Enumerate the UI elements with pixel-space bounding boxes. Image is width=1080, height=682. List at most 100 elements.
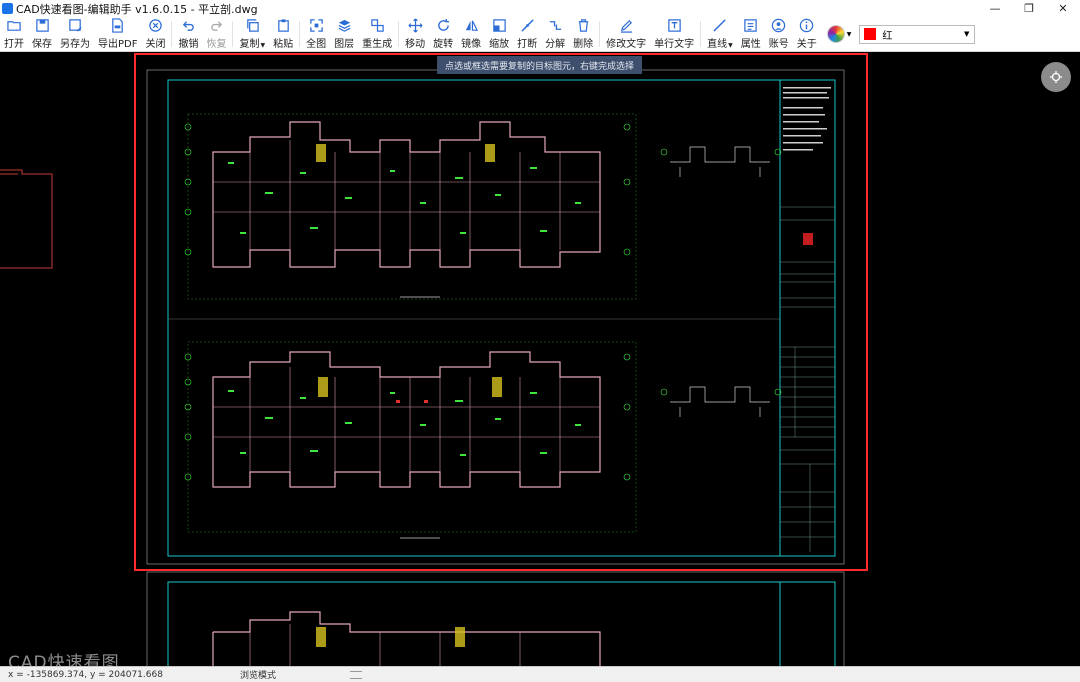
edit-text-button[interactable]: 修改文字 [602,17,650,52]
open-button[interactable]: 打开 [0,17,28,52]
move-icon [408,18,423,33]
scale-button[interactable]: 缩放 [485,17,513,52]
redo-icon [211,21,223,31]
properties-label: 属性 [740,39,761,50]
copy-label: 复制▼ [239,39,266,50]
toolbar-divider [232,21,234,47]
redo-label: 恢复 [206,39,227,50]
rotate-button[interactable]: 旋转 [429,17,457,52]
close-file-button[interactable]: 关闭 [141,17,169,52]
watermark: CAD快速看图 [8,653,120,666]
selection-box [134,53,868,571]
account-label: 账号 [768,39,789,50]
line-icon [713,19,727,32]
info-icon [800,18,814,33]
floor-plan-upper [184,113,637,300]
chevron-down-icon[interactable]: ▼ [847,31,852,38]
fit-view-icon [309,19,323,32]
paste-label: 粘贴 [273,39,294,50]
close-file-label: 关闭 [145,39,166,50]
title-bar: CAD快速看图-编辑助手 v1.6.0.15 - 平立剖.dwg — ❐ ✕ [0,0,1080,17]
text-icon [667,19,681,32]
about-button[interactable]: 关于 [793,17,821,52]
explode-icon [549,21,561,30]
save-label: 保存 [32,39,52,50]
folder-open-icon [6,21,21,31]
selection-hint: 点选或框选需要复制的目标图元，右键完成选择 [437,56,642,74]
edit-text-label: 修改文字 [606,39,647,50]
chevron-down-icon: ▼ [963,30,970,38]
mirror-label: 镜像 [461,39,482,50]
break-icon [520,19,534,32]
layers-icon [338,19,351,32]
color-swatch [864,28,877,40]
scale-label: 缩放 [489,39,510,50]
toolbar-divider [299,21,301,47]
rotate-icon [437,18,449,31]
account-button[interactable]: 账号 [765,17,793,52]
save-icon [35,19,49,32]
fit-all-button[interactable]: 全图 [302,17,330,52]
floor-plan-lower [184,341,637,539]
copy-icon [247,19,259,32]
close-circle-icon [149,19,162,32]
user-icon [772,18,786,33]
window-title: CAD快速看图-编辑助手 v1.6.0.15 - 平立剖.dwg [16,2,258,16]
toolbar-divider [700,21,702,47]
undo-button[interactable]: 撤销 [174,17,202,52]
explode-label: 分解 [545,39,566,50]
move-button[interactable]: 移动 [401,17,429,52]
export-pdf-button[interactable]: 导出PDF [94,17,141,52]
pen-icon [620,19,632,33]
break-button[interactable]: 打断 [513,17,541,52]
view-mode: 浏览模式 [240,671,277,681]
properties-button[interactable]: 属性 [737,17,765,52]
single-text-label: 单行文字 [654,39,695,50]
save-as-button[interactable]: 另存为 [56,17,94,52]
line-button[interactable]: 直线▼ [703,17,737,52]
explode-button[interactable]: 分解 [541,17,569,52]
save-button[interactable]: 保存 [28,17,56,52]
copy-button[interactable]: 复制▼ [235,17,269,52]
paste-icon [277,19,289,32]
cad-drawing [0,53,868,666]
undo-icon [182,21,194,31]
color-select[interactable]: 红 ▼ [859,24,976,44]
save-as-icon [68,19,82,32]
navigation-button[interactable] [1041,62,1071,92]
maximize-button[interactable]: ❐ [1012,0,1046,17]
properties-icon [744,19,757,32]
regen-label: 重生成 [362,39,393,50]
single-text-button[interactable]: 单行文字 [650,17,698,52]
app-icon [2,3,13,14]
layers-label: 图层 [334,39,355,50]
fit-all-label: 全图 [306,39,327,50]
line-label: 直线▼ [707,39,733,50]
color-select-value: 红 [882,30,893,42]
close-window-button[interactable]: ✕ [1046,0,1080,17]
save-as-label: 另存为 [60,39,90,50]
trash-icon [578,19,588,32]
open-label: 打开 [4,39,24,50]
export-pdf-label: 导出PDF [98,39,138,50]
delete-button[interactable]: 删除 [569,17,597,52]
move-label: 移动 [405,39,426,50]
redo-button[interactable]: 恢复 [202,17,230,52]
toolbar-divider [599,21,601,47]
mirror-icon [465,20,478,31]
status-bar: x = -135869.374, y = 204071.668 浏览模式 [0,666,1080,682]
regen-button[interactable]: 重生成 [358,17,396,52]
drawing-canvas[interactable]: 点选或框选需要复制的目标图元，右键完成选择 CAD快速看图 [0,52,1080,666]
mirror-button[interactable]: 镜像 [457,17,485,52]
pdf-icon [112,18,124,33]
menu-icon[interactable] [350,670,362,679]
minimize-button[interactable]: — [978,0,1012,17]
undo-label: 撤销 [178,39,199,50]
toolbar: 打开 保存 另存为 导出PDF 关闭 撤销 恢复 复制▼ 粘贴 全图 图层 重生… [0,17,1080,52]
regen-icon [370,19,384,32]
layers-button[interactable]: 图层 [330,17,358,52]
cursor-coordinates: x = -135869.374, y = 204071.668 [8,669,163,680]
color-wheel-icon[interactable] [826,25,845,43]
toolbar-divider [398,21,400,47]
paste-button[interactable]: 粘贴 [269,17,297,52]
